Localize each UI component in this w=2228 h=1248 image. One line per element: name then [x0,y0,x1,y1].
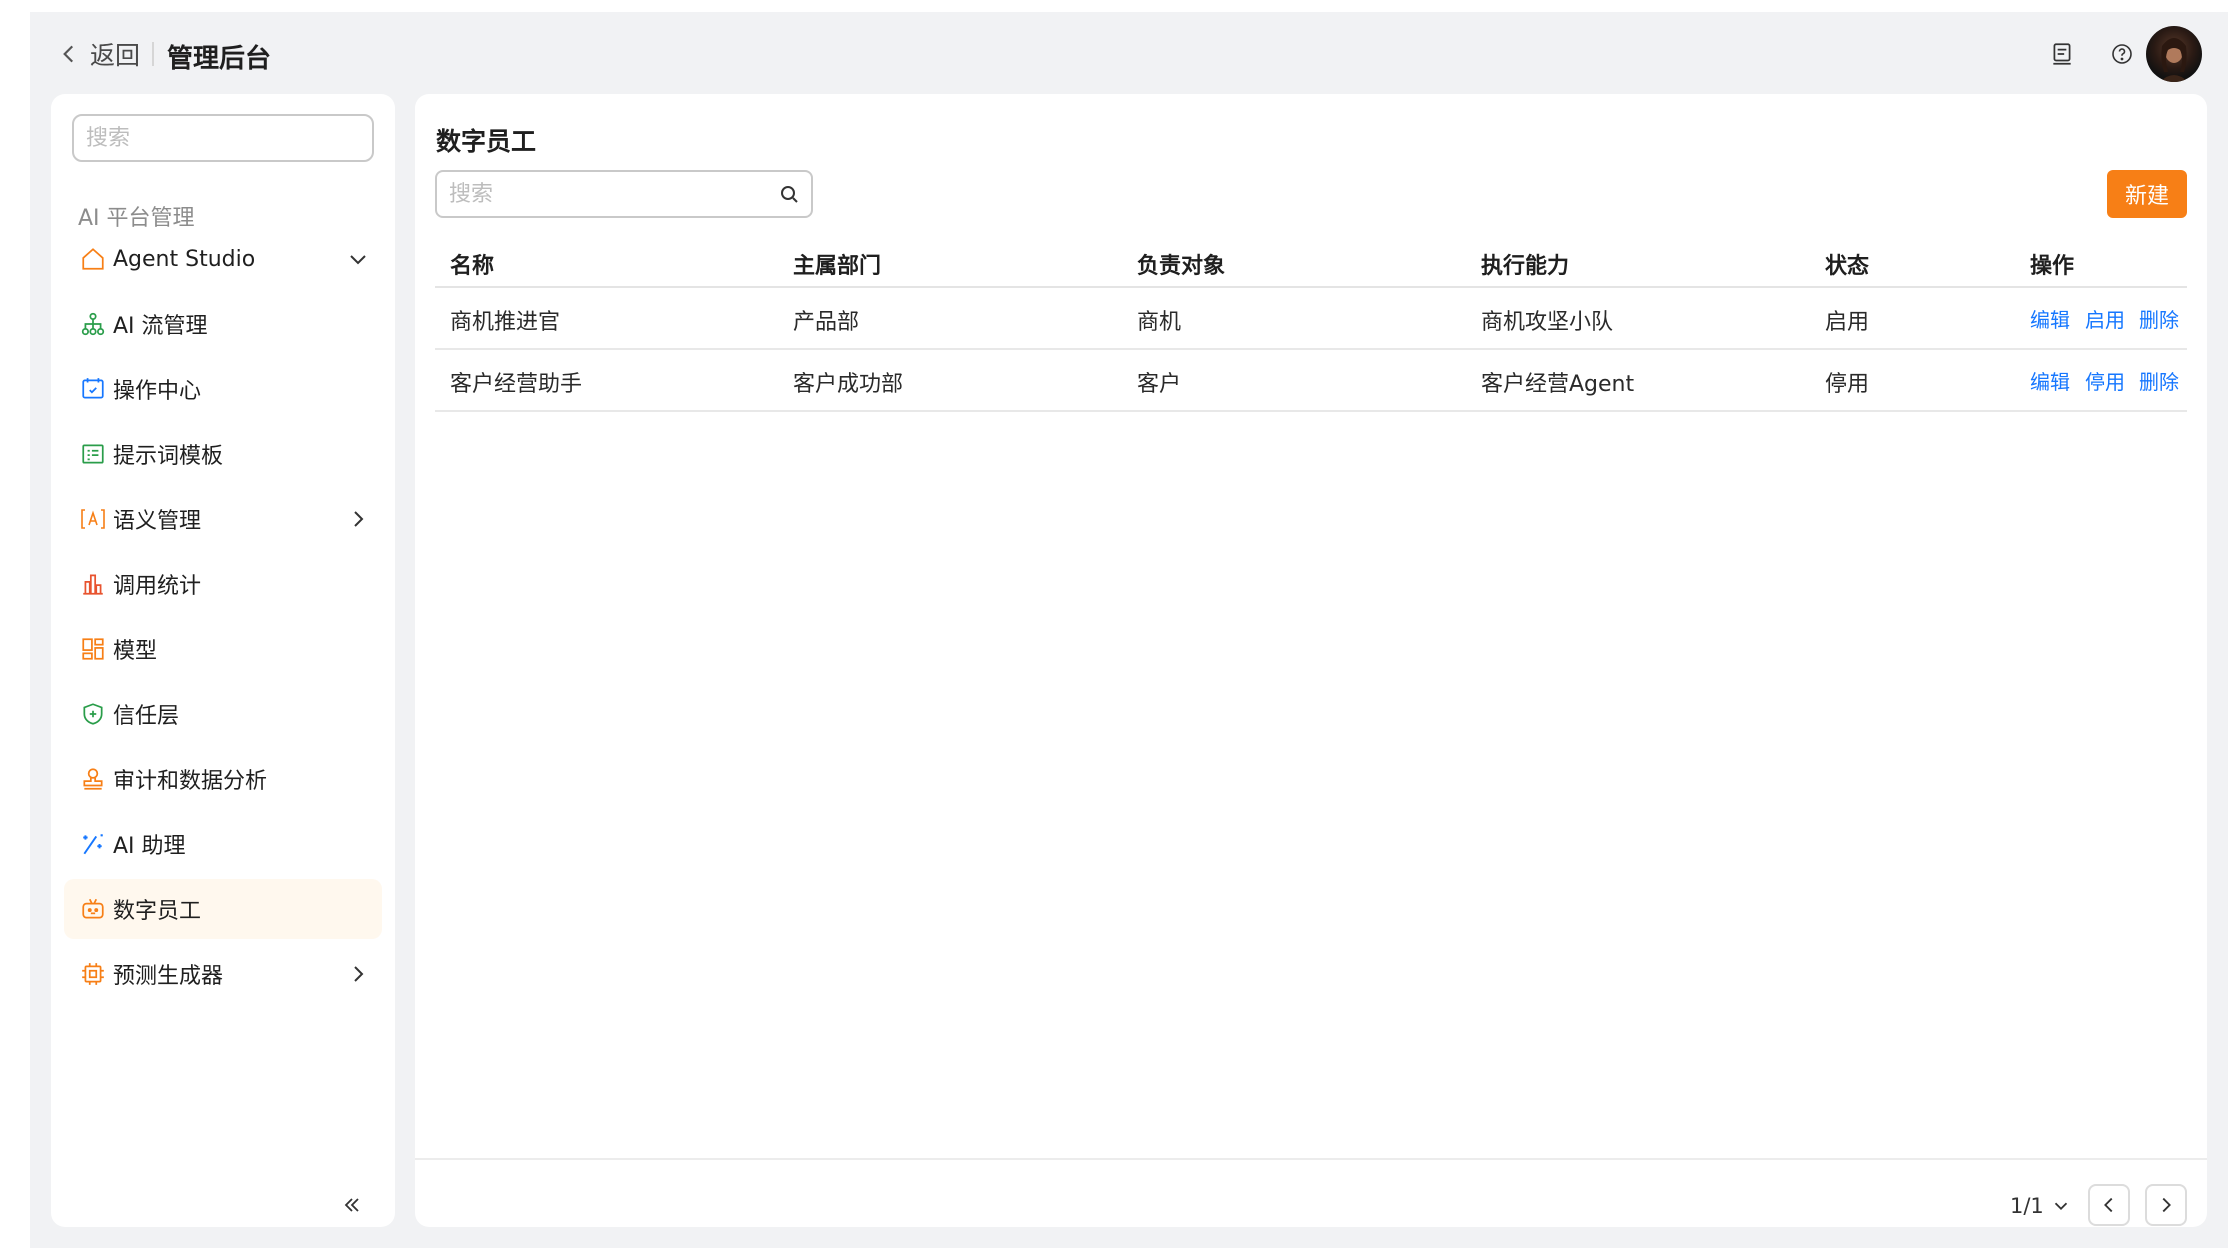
sidebar-item-trust-layer[interactable]: 信任层 [64,684,382,744]
sidebar-item-call-stats[interactable]: 调用统计 [64,554,382,614]
cell-status: 启用 [1825,310,1870,335]
search-icon[interactable] [777,182,801,206]
cell-target: 客户 [1137,372,1182,397]
chevron-down-icon [2054,1202,2067,1211]
top-bar: 返回 管理后台 [30,12,2228,94]
new-button[interactable]: 新建 [2107,170,2187,218]
chevron-right-icon[interactable] [346,962,370,986]
robot-icon [79,895,107,923]
flow-tree-icon [79,310,107,338]
sidebar-item-ai-flow[interactable]: AI 流管理 [64,294,382,354]
notes-icon[interactable] [2046,38,2078,70]
sidebar-item-label: 操作中心 [113,379,202,404]
search-box [435,170,813,218]
magic-wand-icon [79,830,107,858]
sidebar-item-operation-center[interactable]: 操作中心 [64,359,382,419]
sidebar-section-title: AI 平台管理 [78,206,195,231]
app-title: 管理后台 [167,44,272,74]
sidebar-item-forecast-generator[interactable]: 预测生成器 [64,944,382,1004]
sidebar-item-audit[interactable]: 审计和数据分析 [64,749,382,809]
page-select[interactable]: 1/1 [2010,1194,2072,1218]
column-header-dept: 主属部门 [793,254,882,279]
chevron-right-icon[interactable] [346,507,370,531]
shield-icon [79,700,107,728]
help-icon[interactable] [2106,38,2138,70]
column-header-actions: 操作 [2030,254,2075,279]
table-header: 名称 主属部门 负责对象 执行能力 状态 操作 [435,240,2187,288]
column-header-name: 名称 [450,254,495,279]
sidebar-item-label: 预测生成器 [113,964,224,989]
sidebar-item-label: AI 助理 [113,834,186,859]
sidebar-item-label: 数字员工 [113,899,202,924]
sidebar-item-label: 调用统计 [113,574,202,599]
table-row: 客户经营助手 客户成功部 客户 客户经营Agent 停用 编辑 停用 删除 [435,350,2187,412]
sidebar-item-ai-assistant[interactable]: AI 助理 [64,814,382,874]
sidebar-item-label: 提示词模板 [113,444,224,469]
page-indicator: 1/1 [2010,1194,2044,1218]
sidebar-item-model[interactable]: 模型 [64,619,382,679]
chip-icon [79,960,107,988]
template-list-icon [79,440,107,468]
cell-name: 客户经营助手 [450,372,583,397]
column-header-capability: 执行能力 [1481,254,1570,279]
chevron-left-icon [63,45,74,63]
footer-divider [415,1158,2207,1160]
column-header-target: 负责对象 [1137,254,1226,279]
header-divider [152,42,154,66]
sidebar-item-label: 模型 [113,639,158,664]
chevron-left-icon [2104,1197,2113,1213]
home-icon [79,245,107,273]
sidebar-item-digital-employee[interactable]: 数字员工 [64,879,382,939]
back-label: 返回 [90,41,141,70]
app-frame: 返回 管理后台 AI 平台管理 Agent Studio AI 流管理 操作中心 [30,12,2228,1248]
sidebar-item-semantic[interactable]: 语义管理 [64,489,382,549]
chevron-down-icon[interactable] [346,247,370,271]
disable-link[interactable]: 停用 [2085,366,2125,395]
table-row: 商机推进官 产品部 商机 商机攻坚小队 启用 编辑 启用 删除 [435,288,2187,350]
column-header-status: 状态 [1825,254,1870,279]
cell-status: 停用 [1825,372,1870,397]
cell-capability: 客户经营Agent [1481,372,1635,397]
sidebar-item-label: 语义管理 [113,509,202,534]
user-avatar[interactable] [2146,26,2202,82]
next-page-button[interactable] [2145,1184,2187,1226]
main-panel: 数字员工 新建 名称 主属部门 负责对象 执行能力 状态 操作 商机推进官 产品… [415,94,2207,1227]
model-grid-icon [79,635,107,663]
delete-link[interactable]: 删除 [2139,366,2179,395]
page-title: 数字员工 [436,127,537,156]
chevron-right-icon [2162,1197,2171,1213]
sidebar-item-prompt-template[interactable]: 提示词模板 [64,424,382,484]
collapse-sidebar-icon[interactable] [337,1190,367,1220]
cell-name: 商机推进官 [450,310,561,335]
delete-link[interactable]: 删除 [2139,304,2179,333]
edit-link[interactable]: 编辑 [2030,366,2070,395]
edit-link[interactable]: 编辑 [2030,304,2070,333]
cell-dept: 产品部 [793,310,860,335]
cell-dept: 客户成功部 [793,372,904,397]
sidebar-item-agent-studio[interactable]: Agent Studio [64,229,382,289]
cell-target: 商机 [1137,310,1182,335]
bar-stats-icon [79,570,107,598]
semantic-bracket-icon [79,505,107,533]
digital-employee-table: 名称 主属部门 负责对象 执行能力 状态 操作 商机推进官 产品部 商机 商机攻… [435,240,2187,412]
back-button[interactable]: 返回 [56,36,140,72]
sidebar-search-input[interactable] [72,114,374,162]
sidebar-item-label: AI 流管理 [113,314,208,339]
enable-link[interactable]: 启用 [2085,304,2125,333]
operation-calendar-icon [79,375,107,403]
sidebar-item-label: 审计和数据分析 [113,769,268,794]
audit-stamp-icon [79,765,107,793]
sidebar-item-label: Agent Studio [113,246,256,272]
cell-capability: 商机攻坚小队 [1481,310,1614,335]
search-input[interactable] [437,172,767,216]
prev-page-button[interactable] [2088,1184,2130,1226]
sidebar-item-label: 信任层 [113,704,180,729]
sidebar: AI 平台管理 Agent Studio AI 流管理 操作中心 提示词模板 语… [51,94,395,1227]
